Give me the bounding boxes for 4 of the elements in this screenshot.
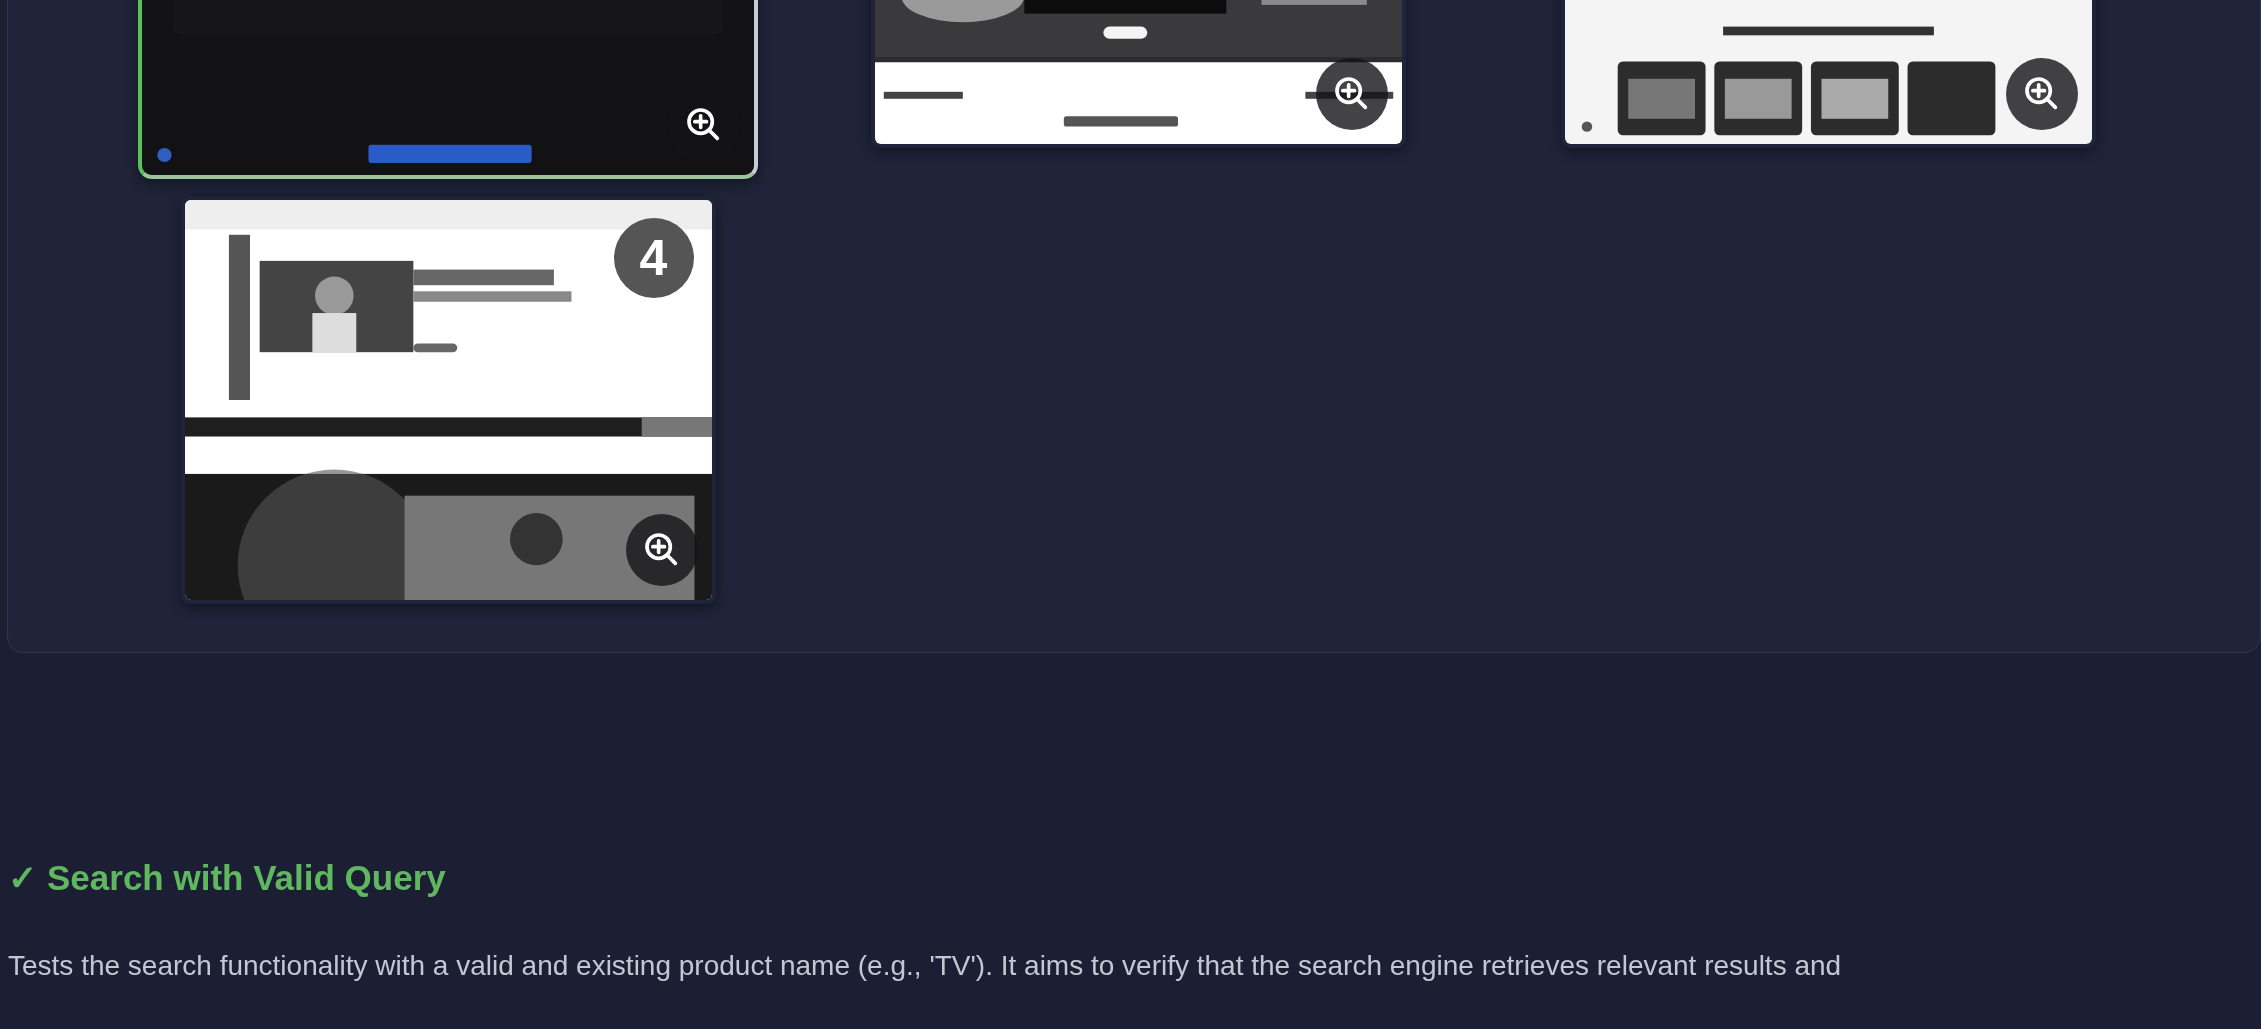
test-title: Search with Valid Query xyxy=(47,858,446,898)
check-icon: ✓ xyxy=(8,858,37,898)
test-description: Tests the search functionality with a valid and existing product name (e.g., 'TV'). It aims to verify that the search engine retrieves relevant results and xyxy=(8,950,1843,982)
screenshot-thumbnail[interactable]: 4 xyxy=(180,196,716,604)
